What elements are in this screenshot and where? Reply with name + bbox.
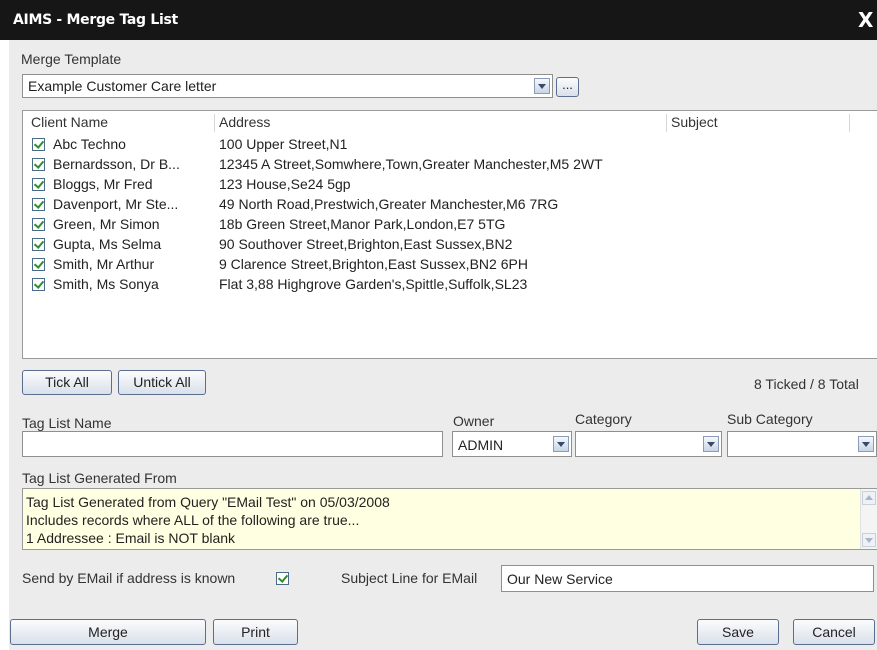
address-cell: 49 North Road,Prestwich,Greater Manchest…: [219, 196, 559, 212]
client-name-cell: Bloggs, Mr Fred: [53, 176, 153, 192]
table-row[interactable]: Bernardsson, Dr B... 12345 A Street,Somw…: [23, 155, 877, 175]
tag-list-name-label: Tag List Name: [22, 415, 112, 431]
cancel-button[interactable]: Cancel: [793, 619, 875, 645]
chevron-down-icon[interactable]: [703, 436, 719, 452]
address-cell: 90 Southover Street,Brighton,East Sussex…: [219, 236, 513, 252]
vertical-scrollbar[interactable]: [860, 489, 877, 549]
row-checkbox[interactable]: [32, 218, 45, 231]
title-bar: AIMS - Merge Tag List X: [0, 0, 877, 40]
client-name-cell: Bernardsson, Dr B...: [53, 156, 180, 172]
merge-template-value: Example Customer Care letter: [28, 78, 217, 94]
owner-value: ADMIN: [458, 437, 504, 453]
address-cell: 9 Clarence Street,Brighton,East Sussex,B…: [219, 256, 528, 272]
scroll-down-icon[interactable]: [862, 533, 876, 547]
subject-line-label: Subject Line for EMail: [341, 570, 478, 586]
column-header-client-name[interactable]: Client Name: [31, 114, 108, 130]
address-cell: 18b Green Street,Manor Park,London,E7 5T…: [219, 216, 506, 232]
generated-from-text[interactable]: Tag List Generated from Query "EMail Tes…: [22, 488, 877, 550]
client-name-cell: Smith, Mr Arthur: [53, 256, 155, 272]
generated-from-line: 1 Addressee : Email is NOT blank: [26, 530, 236, 546]
save-button[interactable]: Save: [697, 619, 779, 645]
column-divider[interactable]: [214, 114, 215, 132]
address-cell: Flat 3,88 Highgrove Garden's,Spittle,Suf…: [219, 276, 528, 292]
sub-category-select[interactable]: [727, 431, 877, 457]
table-row[interactable]: Gupta, Ms Selma 90 Southover Street,Brig…: [23, 235, 877, 255]
browse-template-button[interactable]: ...: [556, 77, 579, 97]
close-icon[interactable]: X: [858, 10, 877, 30]
generated-from-line: Tag List Generated from Query "EMail Tes…: [26, 494, 390, 510]
chevron-down-icon[interactable]: [858, 436, 874, 452]
send-by-email-checkbox[interactable]: [276, 572, 289, 585]
table-row[interactable]: Smith, Mr Arthur 9 Clarence Street,Brigh…: [23, 255, 877, 275]
row-checkbox[interactable]: [32, 258, 45, 271]
row-checkbox[interactable]: [32, 138, 45, 151]
send-by-email-label: Send by EMail if address is known: [22, 570, 236, 586]
table-row[interactable]: Bloggs, Mr Fred 123 House,Se24 5gp: [23, 175, 877, 195]
client-name-cell: Green, Mr Simon: [53, 216, 160, 232]
client-name-cell: Davenport, Mr Ste...: [53, 196, 179, 212]
tick-count: 8 Ticked / 8 Total: [754, 376, 859, 392]
tick-all-button[interactable]: Tick All: [22, 370, 112, 395]
tag-list-name-input[interactable]: [22, 431, 443, 457]
client-list[interactable]: Client Name Address Subject Abc Techno 1…: [22, 110, 877, 359]
column-divider[interactable]: [666, 114, 667, 132]
merge-template-label: Merge Template: [21, 51, 122, 67]
merge-button[interactable]: Merge: [10, 619, 206, 645]
client-name-cell: Gupta, Ms Selma: [53, 236, 162, 252]
chevron-down-icon[interactable]: [553, 436, 569, 452]
column-header-address[interactable]: Address: [219, 114, 270, 130]
window-title: AIMS - Merge Tag List: [13, 12, 178, 28]
address-cell: 100 Upper Street,N1: [219, 136, 348, 152]
merge-template-select[interactable]: Example Customer Care letter: [22, 74, 553, 98]
category-label: Category: [575, 411, 632, 427]
client-name-cell: Abc Techno: [53, 136, 126, 152]
address-cell: 12345 A Street,Somwhere,Town,Greater Man…: [219, 156, 603, 172]
table-row[interactable]: Abc Techno 100 Upper Street,N1: [23, 135, 877, 155]
table-row[interactable]: Smith, Ms Sonya Flat 3,88 Highgrove Gard…: [23, 275, 877, 295]
row-checkbox[interactable]: [32, 198, 45, 211]
category-select[interactable]: [575, 431, 722, 457]
subject-line-input[interactable]: Our New Service: [501, 565, 874, 592]
subject-line-value: Our New Service: [507, 571, 613, 587]
address-cell: 123 House,Se24 5gp: [219, 176, 351, 192]
generated-from-line: Includes records where ALL of the follow…: [26, 512, 360, 528]
column-divider[interactable]: [849, 114, 850, 132]
client-name-cell: Smith, Ms Sonya: [53, 276, 159, 292]
owner-label: Owner: [453, 413, 495, 429]
table-row[interactable]: Davenport, Mr Ste... 49 North Road,Prest…: [23, 195, 877, 215]
row-checkbox[interactable]: [32, 158, 45, 171]
table-row[interactable]: Green, Mr Simon 18b Green Street,Manor P…: [23, 215, 877, 235]
row-checkbox[interactable]: [32, 278, 45, 291]
row-checkbox[interactable]: [32, 238, 45, 251]
scroll-up-icon[interactable]: [862, 491, 876, 505]
owner-select[interactable]: ADMIN: [452, 431, 572, 457]
generated-from-label: Tag List Generated From: [22, 470, 177, 486]
sub-category-label: Sub Category: [727, 411, 813, 427]
untick-all-button[interactable]: Untick All: [118, 370, 206, 395]
print-button[interactable]: Print: [213, 619, 298, 645]
row-checkbox[interactable]: [32, 178, 45, 191]
dialog-body: Merge Template Example Customer Care let…: [9, 40, 877, 650]
chevron-down-icon[interactable]: [534, 78, 550, 94]
column-header-subject[interactable]: Subject: [671, 114, 718, 130]
